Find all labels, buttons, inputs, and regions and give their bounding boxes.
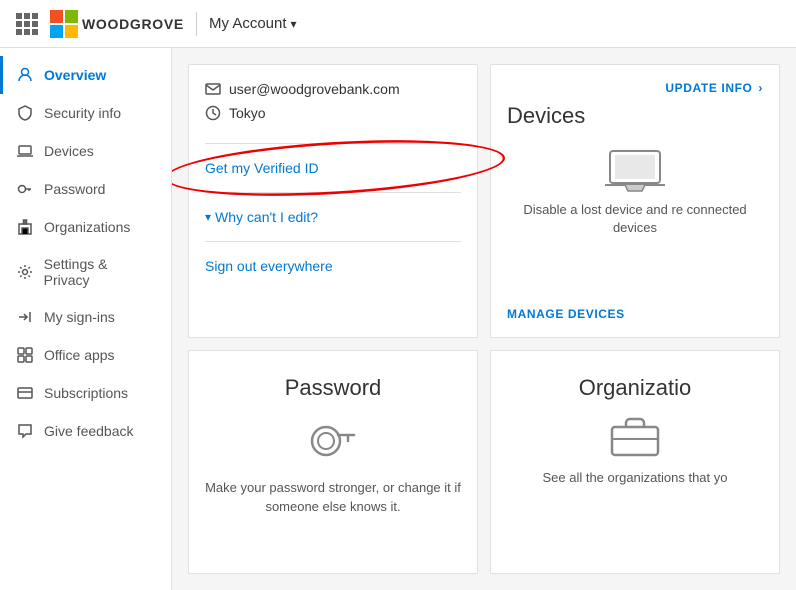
- sidebar-item-label: Overview: [44, 67, 106, 83]
- sidebar-item-label: My sign-ins: [44, 309, 115, 325]
- divider-1: [205, 143, 461, 144]
- password-title: Password: [285, 375, 382, 401]
- org-description: See all the organizations that yo: [542, 469, 727, 487]
- sidebar-item-label: Give feedback: [44, 423, 134, 439]
- sign-out-button[interactable]: Sign out everywhere: [205, 252, 461, 280]
- building-icon: [16, 218, 34, 236]
- devices-title: Devices: [507, 103, 763, 129]
- account-title[interactable]: My Account ▾: [209, 15, 297, 32]
- why-cant-edit-button[interactable]: ▾ Why can't I edit?: [205, 203, 461, 231]
- sidebar-item-label: Settings & Privacy: [44, 256, 155, 288]
- sidebar-item-label: Security info: [44, 105, 121, 121]
- update-info-button[interactable]: UPDATE INFO ›: [665, 81, 763, 95]
- app-logo: WOODGROVE: [50, 10, 184, 38]
- verified-id-button[interactable]: Get my Verified ID: [205, 154, 319, 182]
- laptop-icon: [16, 142, 34, 160]
- sidebar-item-overview[interactable]: Overview: [0, 56, 171, 94]
- gear-icon: [16, 263, 34, 281]
- profile-card: user@woodgrovebank.com Tokyo Get my Veri…: [188, 64, 478, 338]
- sidebar-item-label: Password: [44, 181, 105, 197]
- nav-divider: [196, 12, 197, 36]
- email-icon: [205, 81, 221, 97]
- shield-icon: [16, 104, 34, 122]
- apps-icon: [16, 346, 34, 364]
- profile-timezone-row: Tokyo: [205, 105, 461, 121]
- sidebar-item-my-sign-ins[interactable]: My sign-ins: [0, 298, 171, 336]
- arrow-right-icon: ›: [758, 81, 763, 95]
- app-name: WOODGROVE: [82, 16, 184, 32]
- password-description: Make your password stronger, or change i…: [205, 479, 461, 515]
- profile-timezone: Tokyo: [229, 105, 266, 121]
- signin-icon: [16, 308, 34, 326]
- chevron-down-icon: ▾: [291, 17, 297, 31]
- divider-2: [205, 192, 461, 193]
- sidebar-item-label: Organizations: [44, 219, 130, 235]
- chevron-down-icon: ▾: [205, 210, 211, 224]
- sidebar-item-devices[interactable]: Devices: [0, 132, 171, 170]
- profile-email: user@woodgrovebank.com: [229, 81, 400, 97]
- update-info-label: UPDATE INFO: [665, 81, 752, 95]
- sidebar-item-give-feedback[interactable]: Give feedback: [0, 412, 171, 450]
- sidebar-item-office-apps[interactable]: Office apps: [0, 336, 171, 374]
- laptop-large-icon: [605, 149, 665, 193]
- password-card-body: Password Make your password stronger, or…: [205, 367, 461, 515]
- sidebar-item-label: Devices: [44, 143, 94, 159]
- sidebar-item-label: Subscriptions: [44, 385, 128, 401]
- key-large-icon: [306, 413, 360, 467]
- clock-icon: [205, 105, 221, 121]
- feedback-icon: [16, 422, 34, 440]
- app-layout: Overview Security info Devices Password …: [0, 48, 796, 590]
- org-title: Organizatio: [579, 375, 692, 401]
- sidebar-item-organizations[interactable]: Organizations: [0, 208, 171, 246]
- org-card-body: Organizatio See all the organizations th…: [507, 367, 763, 487]
- devices-description: Disable a lost device and re connected d…: [507, 201, 763, 237]
- verified-id-wrapper: Get my Verified ID: [205, 154, 461, 182]
- main-content: user@woodgrovebank.com Tokyo Get my Veri…: [172, 48, 796, 590]
- manage-devices-button[interactable]: MANAGE DEVICES: [507, 307, 763, 321]
- key-icon: [16, 180, 34, 198]
- password-card: Password Make your password stronger, or…: [188, 350, 478, 574]
- sidebar-item-label: Office apps: [44, 347, 115, 363]
- profile-email-row: user@woodgrovebank.com: [205, 81, 461, 97]
- sidebar: Overview Security info Devices Password …: [0, 48, 172, 590]
- sidebar-item-subscriptions[interactable]: Subscriptions: [0, 374, 171, 412]
- organizations-card: Organizatio See all the organizations th…: [490, 350, 780, 574]
- device-icon-area: [507, 149, 763, 193]
- waffle-icon[interactable]: [16, 13, 38, 35]
- sidebar-item-password[interactable]: Password: [0, 170, 171, 208]
- top-navigation: WOODGROVE My Account ▾: [0, 0, 796, 48]
- sidebar-item-settings-privacy[interactable]: Settings & Privacy: [0, 246, 171, 298]
- person-icon: [16, 66, 34, 84]
- divider-3: [205, 241, 461, 242]
- briefcase-large-icon: [608, 413, 662, 457]
- devices-card: UPDATE INFO › Devices Disable a lost dev…: [490, 64, 780, 338]
- subscription-icon: [16, 384, 34, 402]
- woodgrove-logo-icon: [50, 10, 78, 38]
- sidebar-item-security-info[interactable]: Security info: [0, 94, 171, 132]
- why-edit-label: Why can't I edit?: [215, 209, 318, 225]
